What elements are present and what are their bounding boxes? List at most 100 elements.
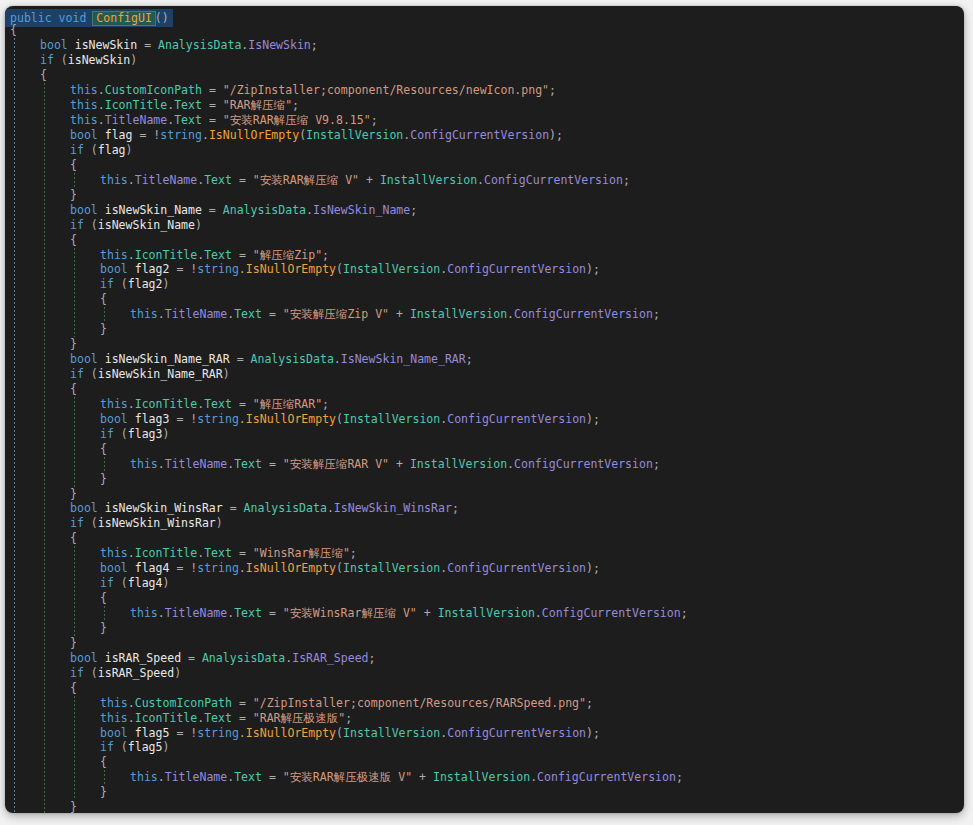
type-name-token[interactable]: InstallVersion: [438, 606, 535, 620]
type-name-token[interactable]: Text: [234, 770, 262, 784]
local-variable-token: flag5: [128, 740, 163, 754]
member-name-token[interactable]: ConfigCurrentVersion: [514, 307, 653, 321]
member-name-token[interactable]: ConfigCurrentVersion: [447, 726, 586, 740]
type-name-token[interactable]: InstallVersion: [343, 561, 440, 575]
member-name-token[interactable]: ConfigCurrentVersion: [514, 457, 653, 471]
code-line: this.TitleName.Text = "安装RAR解压缩 V9.8.15"…: [10, 113, 964, 128]
code-line: if (flag3): [10, 427, 964, 442]
local-variable-token: isRAR_Speed: [105, 651, 188, 665]
method-name-token[interactable]: IsNullOrEmpty: [209, 128, 299, 142]
member-name-token[interactable]: TitleName: [105, 113, 167, 127]
punctuation-token: .: [239, 561, 246, 575]
type-name-token[interactable]: Text: [174, 113, 202, 127]
punctuation-token: =: [232, 397, 253, 411]
code-line: }: [10, 800, 964, 813]
type-name-token[interactable]: IconTitle: [135, 248, 197, 262]
code-line: bool isNewSkin = AnalysisData.IsNewSkin;: [10, 38, 964, 53]
code-line: public void ConfigUI(): [10, 9, 964, 24]
punctuation-token: .: [507, 457, 514, 471]
member-name-token[interactable]: TitleName: [135, 173, 197, 187]
member-name-token[interactable]: TitleName: [165, 606, 227, 620]
keyword-token: if: [70, 516, 91, 530]
punctuation-token: .: [98, 83, 105, 97]
member-name-token[interactable]: IsNewSkin: [248, 38, 310, 52]
punctuation-token: ;: [322, 397, 329, 411]
type-name-token[interactable]: InstallVersion: [410, 457, 507, 471]
punctuation-token: {: [100, 755, 107, 769]
type-name-token[interactable]: InstallVersion: [343, 262, 440, 276]
type-name-token[interactable]: CustomIconPath: [105, 83, 202, 97]
type-name-token[interactable]: AnalysisData: [158, 38, 241, 52]
type-name-token[interactable]: Text: [204, 248, 232, 262]
type-name-token[interactable]: InstallVersion: [380, 173, 477, 187]
type-name-token[interactable]: IconTitle: [135, 546, 197, 560]
member-name-token[interactable]: ConfigCurrentVersion: [537, 770, 676, 784]
local-variable-token: isNewSkin_WinsRar: [98, 516, 216, 530]
member-name-token[interactable]: IsNewSkin_Name: [313, 203, 410, 217]
code-line: {: [10, 292, 964, 307]
punctuation-token: ;: [586, 696, 593, 710]
punctuation-token: (: [91, 218, 98, 232]
type-name-token[interactable]: Text: [204, 546, 232, 560]
punctuation-token: = !: [176, 262, 197, 276]
punctuation-token: .: [128, 546, 135, 560]
code-line: if (flag): [10, 143, 964, 158]
member-name-token[interactable]: IsRAR_Speed: [292, 651, 368, 665]
method-name-token[interactable]: IsNullOrEmpty: [246, 561, 336, 575]
punctuation-token: =: [232, 173, 253, 187]
type-name-token[interactable]: InstallVersion: [433, 770, 530, 784]
punctuation-token: ): [130, 53, 137, 67]
code-line: {: [10, 531, 964, 546]
member-name-token[interactable]: IsNewSkin_Name_RAR: [341, 352, 466, 366]
member-name-token[interactable]: ConfigCurrentVersion: [447, 262, 586, 276]
code-line: bool flag3 = !string.IsNullOrEmpty(Insta…: [10, 412, 964, 427]
punctuation-token: (): [155, 11, 169, 25]
type-name-token[interactable]: InstallVersion: [410, 307, 507, 321]
type-name-token[interactable]: Text: [174, 98, 202, 112]
punctuation-token: {: [100, 591, 107, 605]
type-name-token[interactable]: IconTitle: [135, 711, 197, 725]
member-name-token[interactable]: ConfigCurrentVersion: [484, 173, 623, 187]
type-name-token[interactable]: AnalysisData: [244, 501, 327, 515]
type-name-token[interactable]: Text: [204, 397, 232, 411]
punctuation-token: .: [535, 606, 542, 620]
punctuation-token: ;: [322, 248, 329, 262]
code-line: bool isNewSkin_Name = AnalysisData.IsNew…: [10, 203, 964, 218]
member-name-token[interactable]: ConfigCurrentVersion: [447, 561, 586, 575]
punctuation-token: {: [10, 23, 17, 37]
member-name-token[interactable]: ConfigCurrentVersion: [410, 128, 549, 142]
method-name-token[interactable]: IsNullOrEmpty: [246, 412, 336, 426]
member-name-token[interactable]: TitleName: [165, 770, 227, 784]
member-name-token[interactable]: ConfigCurrentVersion: [447, 412, 586, 426]
type-name-token[interactable]: Text: [234, 606, 262, 620]
punctuation-token: .: [239, 262, 246, 276]
type-name-token[interactable]: AnalysisData: [223, 203, 306, 217]
type-name-token[interactable]: IconTitle: [105, 98, 167, 112]
punctuation-token: }: [70, 487, 77, 501]
member-name-token[interactable]: ConfigCurrentVersion: [542, 606, 681, 620]
method-name-token[interactable]: IsNullOrEmpty: [246, 262, 336, 276]
punctuation-token: .: [239, 412, 246, 426]
type-name-token[interactable]: Text: [234, 457, 262, 471]
punctuation-token: = !: [176, 412, 197, 426]
type-name-token[interactable]: Text: [234, 307, 262, 321]
type-name-token[interactable]: IconTitle: [135, 397, 197, 411]
type-name-token[interactable]: InstallVersion: [343, 412, 440, 426]
member-name-token[interactable]: TitleName: [165, 457, 227, 471]
code-line: bool isNewSkin_Name_RAR = AnalysisData.I…: [10, 352, 964, 367]
keyword-token: string: [197, 561, 239, 575]
type-name-token[interactable]: InstallVersion: [343, 726, 440, 740]
type-name-token[interactable]: InstallVersion: [306, 128, 403, 142]
method-name-token[interactable]: IsNullOrEmpty: [246, 726, 336, 740]
code-area[interactable]: public void ConfigUI(){bool isNewSkin = …: [5, 6, 964, 813]
type-name-token[interactable]: CustomIconPath: [135, 696, 232, 710]
local-variable-token: flag3: [128, 427, 163, 441]
member-name-token[interactable]: TitleName: [165, 307, 227, 321]
type-name-token[interactable]: AnalysisData: [251, 352, 334, 366]
member-name-token[interactable]: IsNewSkin_WinsRar: [334, 501, 452, 515]
type-name-token[interactable]: Text: [204, 711, 232, 725]
type-name-token[interactable]: AnalysisData: [202, 651, 285, 665]
type-name-token[interactable]: Text: [204, 173, 232, 187]
keyword-token: this: [70, 113, 98, 127]
selected-symbol[interactable]: ConfigUI: [92, 11, 156, 26]
